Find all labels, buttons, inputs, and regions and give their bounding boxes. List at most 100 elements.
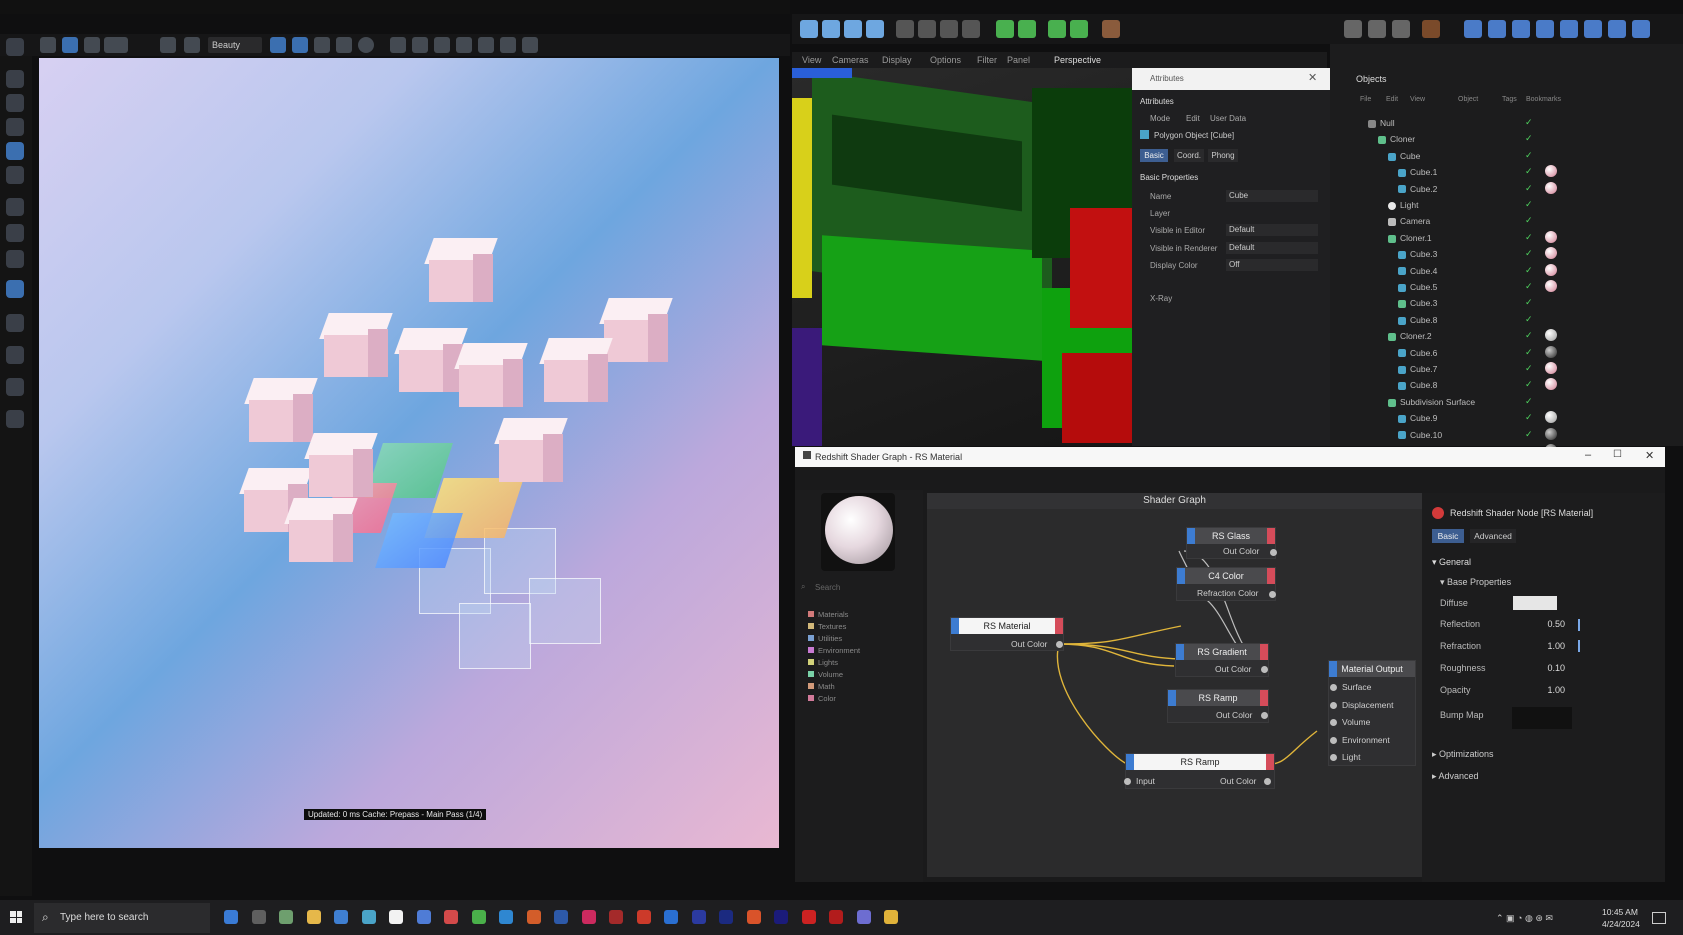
port-dot[interactable] <box>1330 719 1337 726</box>
object-row[interactable]: Camera <box>1388 216 1430 226</box>
rotate-icon[interactable] <box>6 118 24 136</box>
app-icon[interactable] <box>801 910 816 924</box>
export-icon[interactable] <box>522 37 538 53</box>
port-dot[interactable] <box>1330 754 1337 761</box>
premiere-icon[interactable] <box>774 910 788 924</box>
menu-panel[interactable]: Panel <box>1007 55 1030 65</box>
object-row[interactable]: Light <box>1388 200 1418 210</box>
bp-icon[interactable] <box>1560 20 1578 38</box>
camera-icon[interactable] <box>6 280 24 298</box>
field-icon[interactable] <box>918 20 936 38</box>
sculpt-icon[interactable] <box>1464 20 1482 38</box>
objman-menu[interactable]: File <box>1360 96 1371 103</box>
object-row[interactable]: Cube.2 <box>1398 184 1437 194</box>
node-category[interactable]: Volume <box>808 670 843 679</box>
objects-tab[interactable]: Objects <box>1356 74 1387 84</box>
fit-icon[interactable] <box>390 37 406 53</box>
attr-menu-userdata[interactable]: User Data <box>1210 114 1246 123</box>
eye-icon[interactable] <box>160 37 176 53</box>
motion-icon[interactable] <box>1608 20 1626 38</box>
port-dot[interactable] <box>1330 701 1337 709</box>
firefox-icon[interactable] <box>526 910 541 924</box>
visibility-check-icon[interactable]: ✓ <box>1525 117 1533 128</box>
material-tag-icon[interactable] <box>1545 181 1557 194</box>
name-field[interactable]: Cube <box>1226 190 1318 202</box>
environment-icon[interactable] <box>1070 20 1088 38</box>
menu-filter[interactable]: Filter <box>977 55 997 65</box>
material-tag-icon[interactable] <box>1545 411 1557 424</box>
tag-icon[interactable] <box>1102 20 1120 38</box>
illustrator-icon[interactable] <box>746 910 761 924</box>
deformer-icon[interactable] <box>896 20 914 38</box>
store-icon[interactable] <box>334 910 348 924</box>
visibility-check-icon[interactable]: ✓ <box>1525 133 1533 144</box>
mograph-icon[interactable] <box>996 20 1014 38</box>
attr-menu-edit[interactable]: Edit <box>1186 114 1200 123</box>
3d-viewport[interactable] <box>792 68 1132 446</box>
section-optimizations[interactable]: ▸ Optimizations <box>1432 749 1494 760</box>
node-category[interactable]: Textures <box>808 622 846 631</box>
node-category[interactable]: Color <box>808 694 836 703</box>
object-icon[interactable] <box>800 20 818 38</box>
display-color-select[interactable]: Off <box>1226 259 1318 271</box>
brave-icon[interactable] <box>581 910 596 924</box>
bookmark-icon[interactable] <box>336 37 352 53</box>
prop-value[interactable]: 0.50 <box>1515 619 1565 629</box>
objman-menu[interactable]: View <box>1410 96 1425 103</box>
port-dot[interactable] <box>1056 641 1063 648</box>
node-search[interactable]: Search <box>815 583 840 592</box>
layout-a-icon[interactable] <box>270 37 286 53</box>
render-view-icon[interactable] <box>1344 20 1362 38</box>
edge-icon[interactable] <box>361 910 376 924</box>
visibility-check-icon[interactable]: ✓ <box>1525 412 1533 423</box>
minimize-icon[interactable]: – <box>1585 449 1591 461</box>
visibility-check-icon[interactable]: ✓ <box>1525 396 1533 407</box>
spline-icon[interactable] <box>6 224 24 242</box>
paint-icon[interactable] <box>1488 20 1506 38</box>
sphere-icon[interactable] <box>6 198 24 216</box>
object-row[interactable]: Cube.8 <box>1398 315 1437 325</box>
port-dot[interactable] <box>1269 591 1276 598</box>
visibility-check-icon[interactable]: ✓ <box>1525 429 1533 440</box>
layout-b-icon[interactable] <box>292 37 308 53</box>
material-tag-icon[interactable] <box>1545 247 1557 260</box>
visibility-check-icon[interactable]: ✓ <box>1525 314 1533 325</box>
cloner-icon[interactable] <box>1018 20 1036 38</box>
render-icon[interactable] <box>40 37 56 53</box>
taskbar-search[interactable]: ⌕ Type here to search <box>34 903 210 933</box>
visibility-check-icon[interactable]: ✓ <box>1525 248 1533 259</box>
material-tag-icon[interactable] <box>1545 230 1557 243</box>
material-tag-icon[interactable] <box>1545 165 1557 178</box>
settings-icon[interactable] <box>251 910 266 924</box>
object-row[interactable]: Null <box>1368 118 1395 128</box>
visibility-check-icon[interactable]: ✓ <box>1525 347 1533 358</box>
visibility-check-icon[interactable]: ✓ <box>1525 150 1533 161</box>
after-effects-icon[interactable] <box>719 910 733 924</box>
visible-renderer-select[interactable]: Default <box>1226 242 1318 254</box>
node-category[interactable]: Environment <box>808 646 860 655</box>
diffuse-swatch[interactable] <box>1513 596 1557 610</box>
slider-handle[interactable] <box>1578 640 1580 652</box>
live-select-icon[interactable] <box>6 142 24 160</box>
app-icon[interactable] <box>444 910 458 924</box>
pass-dropdown[interactable]: Beauty <box>208 37 262 53</box>
move-icon[interactable] <box>6 70 24 88</box>
menu-display[interactable]: Display <box>882 55 912 65</box>
maximize-icon[interactable]: ☐ <box>1613 449 1622 460</box>
cube-icon[interactable] <box>844 20 862 38</box>
object-row[interactable]: Cube.8 <box>1398 380 1437 390</box>
select-icon[interactable] <box>6 38 24 56</box>
material-tag-icon[interactable] <box>1545 263 1557 276</box>
port-dot[interactable] <box>1261 666 1268 673</box>
close-icon[interactable]: ✕ <box>1645 449 1654 462</box>
object-row[interactable]: Subdivision Surface <box>1388 397 1475 407</box>
photoshop-icon[interactable] <box>554 910 568 924</box>
spline-icon[interactable] <box>822 20 840 38</box>
objman-menu[interactable]: Object <box>1458 96 1478 103</box>
object-row[interactable]: Cube.7 <box>1398 364 1437 374</box>
visibility-check-icon[interactable]: ✓ <box>1525 297 1533 308</box>
node-category[interactable]: Lights <box>808 658 838 667</box>
pen-icon[interactable] <box>6 314 24 332</box>
object-row[interactable]: Cube.4 <box>1398 266 1437 276</box>
knife-icon[interactable] <box>6 346 24 364</box>
